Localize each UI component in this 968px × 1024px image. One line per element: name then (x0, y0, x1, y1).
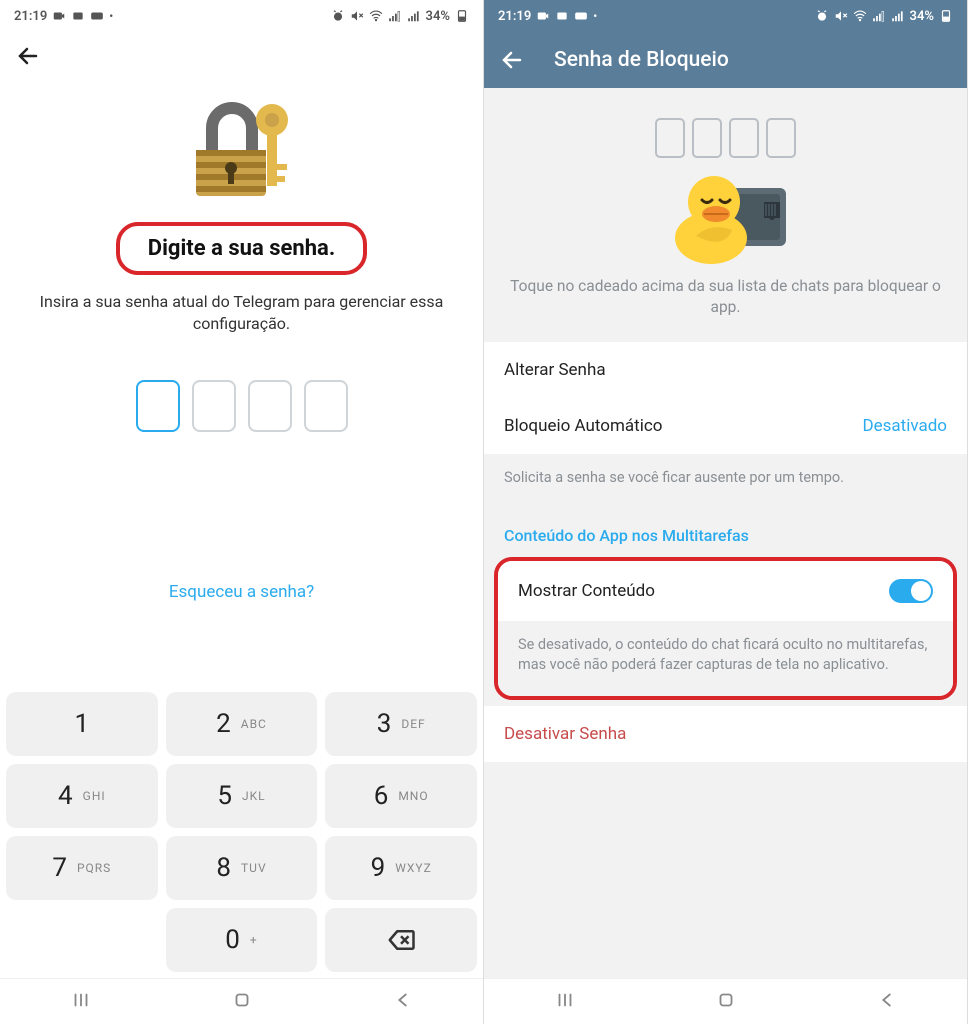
key-7[interactable]: 7PQRS (6, 836, 158, 900)
auto-lock-value: Desativado (862, 416, 947, 436)
pin-digit-2 (192, 380, 236, 432)
hero-section: Toque no cadeado acima da sua lista de c… (484, 88, 967, 342)
back-button[interactable] (14, 42, 42, 70)
key-2[interactable]: 2ABC (166, 692, 318, 756)
camera-icon (52, 9, 66, 23)
video-icon (71, 9, 85, 23)
phone-passcode-entry: 21:19 • 34% (0, 0, 484, 1024)
key-1[interactable]: 1 (6, 692, 158, 756)
alarm-icon (815, 9, 829, 23)
show-content-toggle[interactable] (889, 579, 933, 603)
page-title: Senha de Bloqueio (554, 48, 729, 72)
passcode-subtitle: Insira a sua senha atual do Telegram par… (20, 291, 463, 334)
forgot-password-link[interactable]: Esqueceu a senha? (169, 582, 314, 602)
wifi-icon (853, 9, 867, 23)
show-content-desc: Se desativado, o conteúdo do chat ficará… (498, 621, 953, 696)
multitask-section-header: Conteúdo do App nos Multitarefas (484, 508, 967, 553)
mute-icon (350, 9, 364, 23)
android-navbar (0, 978, 483, 1024)
signal2-icon (891, 9, 905, 23)
signal-icon (872, 9, 886, 23)
change-password-item[interactable]: Alterar Senha (484, 342, 967, 398)
status-time: 21:19 (498, 9, 531, 24)
battery-percent: 34% (910, 9, 934, 24)
mute-icon (834, 9, 848, 23)
status-time: 21:19 (14, 9, 47, 24)
app-badge-icon (574, 9, 588, 23)
status-bar: 21:19 • 34% (484, 0, 967, 32)
pin-digit-1 (136, 380, 180, 432)
key-6[interactable]: 6MNO (325, 764, 477, 828)
battery-icon (939, 9, 953, 23)
camera-icon (536, 9, 550, 23)
android-navbar (484, 978, 967, 1024)
show-content-item[interactable]: Mostrar Conteúdo (498, 561, 953, 621)
disable-password-item[interactable]: Desativar Senha (484, 706, 967, 762)
header (0, 32, 483, 80)
pin-digit-3 (248, 380, 292, 432)
alarm-icon (331, 9, 345, 23)
pin-input[interactable] (136, 380, 348, 432)
home-button[interactable] (231, 989, 253, 1015)
settings-list-1: Alterar Senha Bloqueio Automático Desati… (484, 342, 967, 454)
passcode-body: Digite a sua senha. Insira a sua senha a… (0, 80, 483, 602)
passcode-title: Digite a sua senha. (148, 236, 335, 261)
duck-safe-icon (656, 166, 796, 266)
battery-icon (455, 9, 469, 23)
back-nav-button[interactable] (392, 989, 414, 1015)
phone-passcode-settings: 21:19 • 34% Senha de Bloqueio (484, 0, 968, 1024)
auto-lock-desc: Solicita a senha se você ficar ausente p… (484, 454, 967, 508)
key-8[interactable]: 8TUV (166, 836, 318, 900)
wifi-icon (369, 9, 383, 23)
key-5[interactable]: 5JKL (166, 764, 318, 828)
back-button[interactable] (498, 46, 526, 74)
battery-percent: 34% (426, 9, 450, 24)
recents-button[interactable] (70, 989, 92, 1015)
settings-body: Toque no cadeado acima da sua lista de c… (484, 88, 967, 978)
video-icon (555, 9, 569, 23)
app-badge-icon (90, 9, 104, 23)
highlighted-title: Digite a sua senha. (116, 222, 367, 275)
key-backspace[interactable] (325, 908, 477, 972)
hero-pin-boxes (504, 118, 947, 158)
hero-hint: Toque no cadeado acima da sua lista de c… (504, 276, 947, 318)
highlighted-show-content: Mostrar Conteúdo Se desativado, o conteú… (494, 557, 957, 700)
key-4[interactable]: 4GHI (6, 764, 158, 828)
key-9[interactable]: 9WXYZ (325, 836, 477, 900)
lock-key-icon (182, 88, 302, 208)
status-bar: 21:19 • 34% (0, 0, 483, 32)
recents-button[interactable] (554, 989, 576, 1015)
signal-icon (388, 9, 402, 23)
auto-lock-item[interactable]: Bloqueio Automático Desativado (484, 398, 967, 454)
home-button[interactable] (715, 989, 737, 1015)
back-nav-button[interactable] (876, 989, 898, 1015)
key-0[interactable]: 0+ (166, 908, 318, 972)
signal2-icon (407, 9, 421, 23)
settings-header: Senha de Bloqueio (484, 32, 967, 88)
pin-digit-4 (304, 380, 348, 432)
numeric-keypad: 1 2ABC 3DEF 4GHI 5JKL 6MNO 7PQRS 8TUV 9W… (0, 682, 483, 978)
key-3[interactable]: 3DEF (325, 692, 477, 756)
